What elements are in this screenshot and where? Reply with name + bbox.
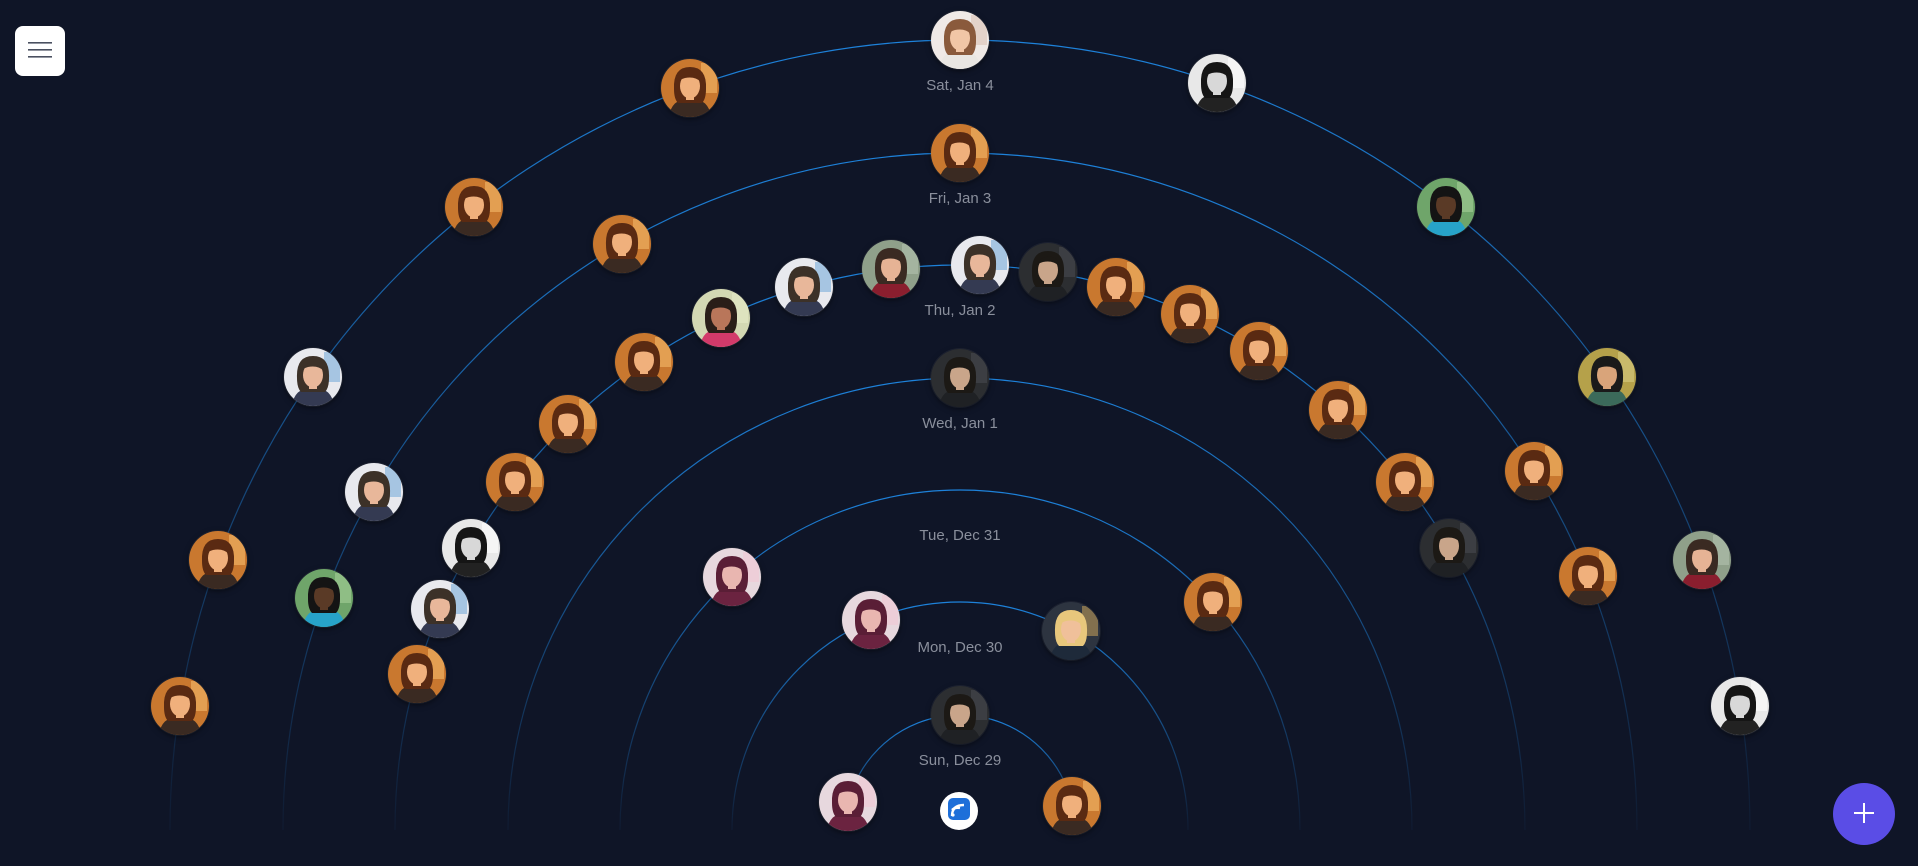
avatar[interactable]	[931, 11, 989, 69]
avatar[interactable]	[931, 349, 989, 407]
avatar[interactable]	[445, 178, 503, 236]
avatar[interactable]	[388, 645, 446, 703]
avatar[interactable]	[295, 569, 353, 627]
app-logo-icon	[946, 796, 972, 827]
ring-date-label: Sat, Jan 4	[926, 77, 994, 94]
ring-date-label: Mon, Dec 30	[917, 639, 1002, 656]
avatar[interactable]	[1578, 348, 1636, 406]
avatar[interactable]	[1188, 54, 1246, 112]
avatar[interactable]	[486, 453, 544, 511]
avatar[interactable]	[931, 686, 989, 744]
avatar[interactable]	[593, 215, 651, 273]
avatar[interactable]	[703, 548, 761, 606]
ring-date-label: Fri, Jan 3	[929, 190, 992, 207]
avatar[interactable]	[1043, 777, 1101, 835]
plus-icon	[1851, 800, 1877, 829]
menu-button[interactable]	[15, 26, 65, 76]
ring-date-label: Tue, Dec 31	[919, 527, 1000, 544]
avatar[interactable]	[1711, 677, 1769, 735]
avatar[interactable]	[1019, 243, 1077, 301]
avatar[interactable]	[539, 395, 597, 453]
avatar[interactable]	[775, 258, 833, 316]
avatar[interactable]	[284, 348, 342, 406]
avatar[interactable]	[1309, 381, 1367, 439]
avatar[interactable]	[1376, 453, 1434, 511]
avatar[interactable]	[1417, 178, 1475, 236]
avatar[interactable]	[819, 773, 877, 831]
avatar[interactable]	[1184, 573, 1242, 631]
avatar[interactable]	[1161, 285, 1219, 343]
avatar[interactable]	[1230, 322, 1288, 380]
avatar[interactable]	[931, 124, 989, 182]
ring-date-label: Sun, Dec 29	[919, 752, 1002, 769]
avatar[interactable]	[1673, 531, 1731, 589]
avatar[interactable]	[842, 591, 900, 649]
app-logo-button[interactable]	[940, 792, 978, 830]
avatar[interactable]	[1042, 602, 1100, 660]
avatar[interactable]	[661, 59, 719, 117]
avatar[interactable]	[615, 333, 673, 391]
avatar[interactable]	[151, 677, 209, 735]
avatar[interactable]	[411, 580, 469, 638]
avatar[interactable]	[1420, 519, 1478, 577]
avatar[interactable]	[189, 531, 247, 589]
avatar[interactable]	[692, 289, 750, 347]
avatar[interactable]	[951, 236, 1009, 294]
avatar[interactable]	[345, 463, 403, 521]
ring-date-label: Thu, Jan 2	[925, 302, 996, 319]
avatar[interactable]	[1087, 258, 1145, 316]
avatar[interactable]	[442, 519, 500, 577]
avatar[interactable]	[1505, 442, 1563, 500]
ring-date-label: Wed, Jan 1	[922, 415, 998, 432]
add-button[interactable]	[1833, 783, 1895, 845]
avatar[interactable]	[1559, 547, 1617, 605]
avatar[interactable]	[862, 240, 920, 298]
hamburger-icon	[28, 41, 52, 62]
